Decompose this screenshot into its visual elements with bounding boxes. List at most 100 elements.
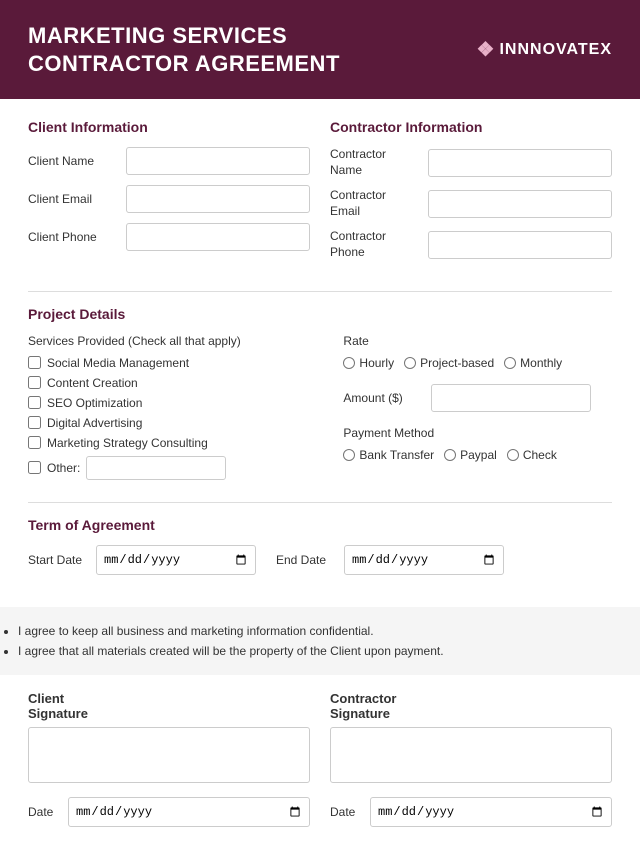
service-other-label: Other:: [47, 461, 80, 475]
client-name-row: Client Name: [28, 147, 310, 175]
header: MARKETING SERVICES CONTRACTOR AGREEMENT …: [0, 0, 640, 99]
contractor-name-label: ContractorName: [330, 147, 420, 178]
service-seo: SEO Optimization: [28, 396, 323, 410]
agreement-item-1: I agree to keep all business and marketi…: [18, 621, 640, 641]
contractor-name-input[interactable]: [428, 149, 612, 177]
contractor-phone-label: ContractorPhone: [330, 229, 420, 260]
payment-check-label: Check: [523, 448, 557, 462]
client-sig-title: ClientSignature: [28, 691, 310, 721]
contractor-email-label: ContractorEmail: [330, 188, 420, 219]
service-digital-advertising: Digital Advertising: [28, 416, 323, 430]
end-date-label: End Date: [276, 553, 336, 567]
service-social-media-checkbox[interactable]: [28, 356, 41, 369]
project-row: Services Provided (Check all that apply)…: [28, 334, 612, 486]
start-date-input[interactable]: [96, 545, 256, 575]
signature-row: ClientSignature ContractorSignature: [28, 691, 612, 783]
client-phone-label: Client Phone: [28, 230, 118, 244]
service-seo-label: SEO Optimization: [47, 396, 142, 410]
amount-input[interactable]: [431, 384, 591, 412]
info-section: Client Information Client Name Client Em…: [28, 119, 612, 271]
payment-check-option[interactable]: Check: [507, 448, 557, 462]
contractor-phone-input[interactable]: [428, 231, 612, 259]
divider-2: [28, 502, 612, 503]
client-date-col: Date: [28, 797, 310, 827]
client-sig-col: ClientSignature: [28, 691, 310, 783]
contractor-sig-title: ContractorSignature: [330, 691, 612, 721]
rate-hourly-radio[interactable]: [343, 357, 355, 369]
rate-project-label: Project-based: [420, 356, 494, 370]
start-date-field: Start Date: [28, 545, 256, 575]
service-social-media: Social Media Management: [28, 356, 323, 370]
start-date-label: Start Date: [28, 553, 88, 567]
contractor-phone-row: ContractorPhone: [330, 229, 612, 260]
service-digital-advertising-checkbox[interactable]: [28, 416, 41, 429]
term-title: Term of Agreement: [28, 517, 612, 533]
contractor-date-col: Date: [330, 797, 612, 827]
client-sig-box[interactable]: [28, 727, 310, 783]
main-content: Client Information Client Name Client Em…: [0, 99, 640, 607]
payment-bank-option[interactable]: Bank Transfer: [343, 448, 434, 462]
service-marketing-strategy-checkbox[interactable]: [28, 436, 41, 449]
service-seo-checkbox[interactable]: [28, 396, 41, 409]
signature-section: ClientSignature ContractorSignature Date…: [0, 675, 640, 847]
term-row: Start Date End Date: [28, 545, 612, 575]
logo-icon: ❖: [477, 37, 496, 62]
rate-project-radio[interactable]: [404, 357, 416, 369]
payment-label: Payment Method: [343, 426, 612, 440]
date-row: Date Date: [28, 797, 612, 827]
client-name-label: Client Name: [28, 154, 118, 168]
document-page: MARKETING SERVICES CONTRACTOR AGREEMENT …: [0, 0, 640, 847]
contractor-date-input[interactable]: [370, 797, 612, 827]
rate-monthly-option[interactable]: Monthly: [504, 356, 562, 370]
service-digital-advertising-label: Digital Advertising: [47, 416, 142, 430]
client-info-title: Client Information: [28, 119, 310, 135]
services-col: Services Provided (Check all that apply)…: [28, 334, 323, 486]
payment-paypal-option[interactable]: Paypal: [444, 448, 497, 462]
service-other-row: Other:: [28, 456, 323, 480]
client-email-label: Client Email: [28, 192, 118, 206]
client-email-input[interactable]: [126, 185, 310, 213]
contractor-sig-col: ContractorSignature: [330, 691, 612, 783]
company-logo: ❖ INNNOVATEX: [477, 37, 612, 62]
payment-bank-label: Bank Transfer: [359, 448, 434, 462]
term-section: Term of Agreement Start Date End Date: [28, 517, 612, 575]
rate-label: Rate: [343, 334, 612, 348]
services-label: Services Provided (Check all that apply): [28, 334, 323, 348]
agreement-item-2: I agree that all materials created will …: [18, 641, 640, 661]
amount-row: Amount ($): [343, 384, 612, 412]
logo-text: INNNOVATEX: [499, 41, 612, 59]
service-other-input[interactable]: [86, 456, 226, 480]
end-date-field: End Date: [276, 545, 504, 575]
project-details-section: Project Details Services Provided (Check…: [28, 306, 612, 486]
client-name-input[interactable]: [126, 147, 310, 175]
payment-bank-radio[interactable]: [343, 449, 355, 461]
service-content-creation: Content Creation: [28, 376, 323, 390]
client-date-input[interactable]: [68, 797, 310, 827]
client-phone-row: Client Phone: [28, 223, 310, 251]
project-details-title: Project Details: [28, 306, 612, 322]
service-content-creation-label: Content Creation: [47, 376, 138, 390]
service-marketing-strategy: Marketing Strategy Consulting: [28, 436, 323, 450]
rate-col: Rate Hourly Project-based Monthly: [343, 334, 612, 486]
payment-paypal-radio[interactable]: [444, 449, 456, 461]
rate-hourly-option[interactable]: Hourly: [343, 356, 394, 370]
client-date-label: Date: [28, 805, 60, 819]
rate-radio-group: Hourly Project-based Monthly: [343, 356, 612, 370]
rate-project-option[interactable]: Project-based: [404, 356, 494, 370]
contractor-email-input[interactable]: [428, 190, 612, 218]
end-date-input[interactable]: [344, 545, 504, 575]
document-title: MARKETING SERVICES CONTRACTOR AGREEMENT: [28, 22, 340, 77]
client-phone-input[interactable]: [126, 223, 310, 251]
contractor-email-row: ContractorEmail: [330, 188, 612, 219]
client-email-row: Client Email: [28, 185, 310, 213]
agreement-list: I agree to keep all business and marketi…: [0, 621, 640, 662]
service-marketing-strategy-label: Marketing Strategy Consulting: [47, 436, 208, 450]
agreement-section: I agree to keep all business and marketi…: [0, 607, 640, 676]
payment-check-radio[interactable]: [507, 449, 519, 461]
rate-monthly-radio[interactable]: [504, 357, 516, 369]
service-other-checkbox[interactable]: [28, 461, 41, 474]
payment-paypal-label: Paypal: [460, 448, 497, 462]
contractor-info-section: Contractor Information ContractorName Co…: [330, 119, 612, 271]
contractor-sig-box[interactable]: [330, 727, 612, 783]
service-content-creation-checkbox[interactable]: [28, 376, 41, 389]
